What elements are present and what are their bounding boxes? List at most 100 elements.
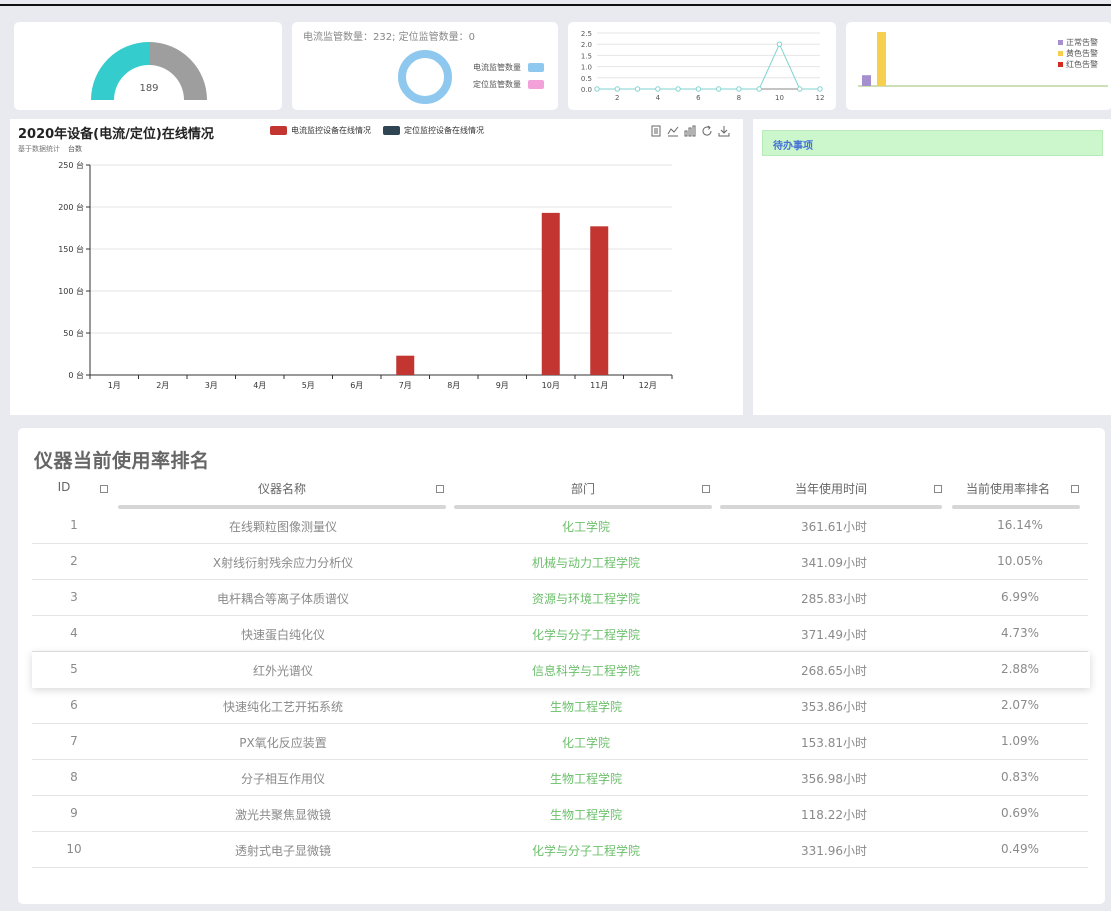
mini-bar-1 [877,32,886,86]
mini-line-point [594,86,600,92]
row-id: 8 [70,770,78,784]
row-department: 资源与环境工程学院 [531,592,640,606]
main-ytick-label: 150 台 [58,244,84,254]
row-usage-hours: 118.22小时 [801,808,867,822]
legend-yellow-label: 黄色告警 [1066,49,1098,58]
gauge-card: 189 [14,22,282,110]
row-usage-rate: 0.49% [1000,842,1040,856]
mini-line-xtick: 2 [615,94,619,102]
row-department: 化工学院 [561,520,610,534]
table-row[interactable]: 4 快速蛋白纯化仪 化学与分子工程学院 371.49小时 4.73% [32,616,1088,652]
mini-bar-legend-normal[interactable]: 正常告警 [1058,37,1098,48]
table-row[interactable]: 5 红外光谱仪 信息科学与工程学院 268.65小时 2.88% [32,652,1090,688]
row-usage-rate: 1.09% [1000,734,1040,748]
row-instrument-name: 电杆耦合等离子体质谱仪 [216,592,349,606]
main-ytick-label: 50 台 [63,328,84,338]
todo-header[interactable]: 待办事项 [762,130,1103,156]
mini-line-point [756,86,762,92]
donut-ring [398,50,452,104]
legend-red-swatch [1058,62,1063,67]
sort-hours-icon[interactable] [934,485,942,493]
todo-card: 待办事项 [753,119,1111,415]
sort-id-icon[interactable] [100,485,108,493]
table-row[interactable]: 7 PX氧化反应装置 化工学院 153.81小时 1.09% [32,724,1088,760]
row-usage-rate: 10.05% [997,554,1043,568]
table-row[interactable]: 6 快速纯化工艺开拓系统 生物工程学院 353.86小时 2.07% [32,688,1088,724]
row-department: 生物工程学院 [549,772,622,786]
donut-legend-current[interactable]: 电流监管数量 [473,62,544,73]
row-usage-hours: 285.83小时 [801,592,867,606]
row-instrument-name: X射线衍射残余应力分析仪 [212,556,354,570]
row-instrument-name: 在线颗粒图像测量仪 [228,520,337,534]
main-xtick-label: 6月 [350,381,363,390]
donut-legend-location-swatch [527,80,544,89]
row-usage-hours: 353.86小时 [801,700,867,714]
row-usage-hours: 331.96小时 [801,844,867,858]
mini-bar-legend-yellow[interactable]: 黄色告警 [1058,48,1098,59]
legend-normal-swatch [1058,40,1063,45]
row-usage-hours: 371.49小时 [801,628,867,642]
mini-line-point [695,86,702,92]
sort-rate-icon[interactable] [1071,485,1079,493]
table-row[interactable]: 1 在线颗粒图像测量仪 化工学院 361.61小时 16.14% [32,508,1088,544]
main-xtick-label: 4月 [253,381,266,390]
table-title: 仪器当前使用率排名 [34,450,210,472]
main-ytick-label: 0 台 [68,370,84,380]
row-usage-hours: 153.81小时 [801,736,867,750]
main-xtick-label: 7月 [399,381,412,390]
table-row[interactable]: 2 X射线衍射残余应力分析仪 机械与动力工程学院 341.09小时 10.05% [32,544,1088,580]
header-hours[interactable]: 当年使用时间 [720,480,942,497]
mini-line-point [614,86,620,92]
mini-line-card: 0.0 0.5 1.0 1.5 2.0 2.5 2 4 6 8 10 12 [568,22,836,110]
row-id: 5 [70,662,78,676]
legend-normal-label: 正常告警 [1066,38,1098,47]
row-id: 4 [70,626,78,640]
row-usage-hours: 356.98小时 [801,772,867,786]
row-instrument-name: PX氧化反应装置 [239,736,327,750]
row-id: 9 [70,806,78,820]
mini-bar-legend-red[interactable]: 红色告警 [1058,59,1098,70]
table-row[interactable]: 8 分子相互作用仪 生物工程学院 356.98小时 0.83% [32,760,1088,796]
table-row[interactable]: 3 电杆耦合等离子体质谱仪 资源与环境工程学院 285.83小时 6.99% [32,580,1088,616]
donut-legend-current-label: 电流监管数量 [473,63,521,72]
main-xtick-label: 8月 [447,381,460,390]
row-instrument-name: 快速蛋白纯化仪 [240,628,325,642]
header-rate[interactable]: 当前使用率排名 [952,480,1064,497]
top-border [0,4,1111,6]
main-xtick-label: 1月 [108,381,121,390]
mini-line-xtick: 6 [696,94,701,102]
sort-name-icon[interactable] [436,485,444,493]
mini-line-ytick: 2.5 [581,30,592,38]
table-row[interactable]: 9 激光共聚焦显微镜 生物工程学院 118.22小时 0.69% [32,796,1088,832]
mini-line-chart: 0.0 0.5 1.0 1.5 2.0 2.5 2 4 6 8 10 12 [581,30,825,102]
row-usage-hours: 268.65小时 [801,664,867,678]
header-id[interactable]: ID [54,480,74,494]
main-ytick-label: 100 台 [58,286,84,296]
row-department: 化学与分子工程学院 [531,628,640,642]
row-instrument-name: 透射式电子显微镜 [234,844,331,858]
header-name[interactable]: 仪器名称 [118,480,446,497]
row-usage-rate: 0.83% [1000,770,1040,784]
mini-line-xtick: 4 [656,94,661,102]
mini-line-point [655,86,661,92]
header-dept[interactable]: 部门 [454,480,712,497]
mini-bar-card: 正常告警 黄色告警 红色告警 [846,22,1111,110]
row-usage-hours: 361.61小时 [801,520,867,534]
usage-ranking-card: 仪器当前使用率排名 ID 仪器名称 部门 当年使用时间 当前使用率排名 1 在线颗… [18,428,1105,904]
main-bar [590,226,609,375]
mini-line-point [736,86,742,92]
sort-dept-icon[interactable] [702,485,710,493]
row-id: 6 [70,698,78,712]
main-bar [396,355,415,375]
main-xtick-label: 5月 [302,381,315,390]
row-department: 化工学院 [561,736,610,750]
mini-line-point [634,86,641,92]
mini-line-ytick: 1.0 [581,64,592,72]
row-id: 10 [66,842,82,856]
main-xtick-label: 12月 [639,381,657,390]
table-row[interactable]: 10 透射式电子显微镜 化学与分子工程学院 331.96小时 0.49% [32,832,1088,868]
row-department: 化学与分子工程学院 [531,844,640,858]
donut-legend-location[interactable]: 定位监管数量 [473,79,544,90]
mini-line-xtick: 10 [775,94,784,102]
mini-line-point [797,86,803,92]
